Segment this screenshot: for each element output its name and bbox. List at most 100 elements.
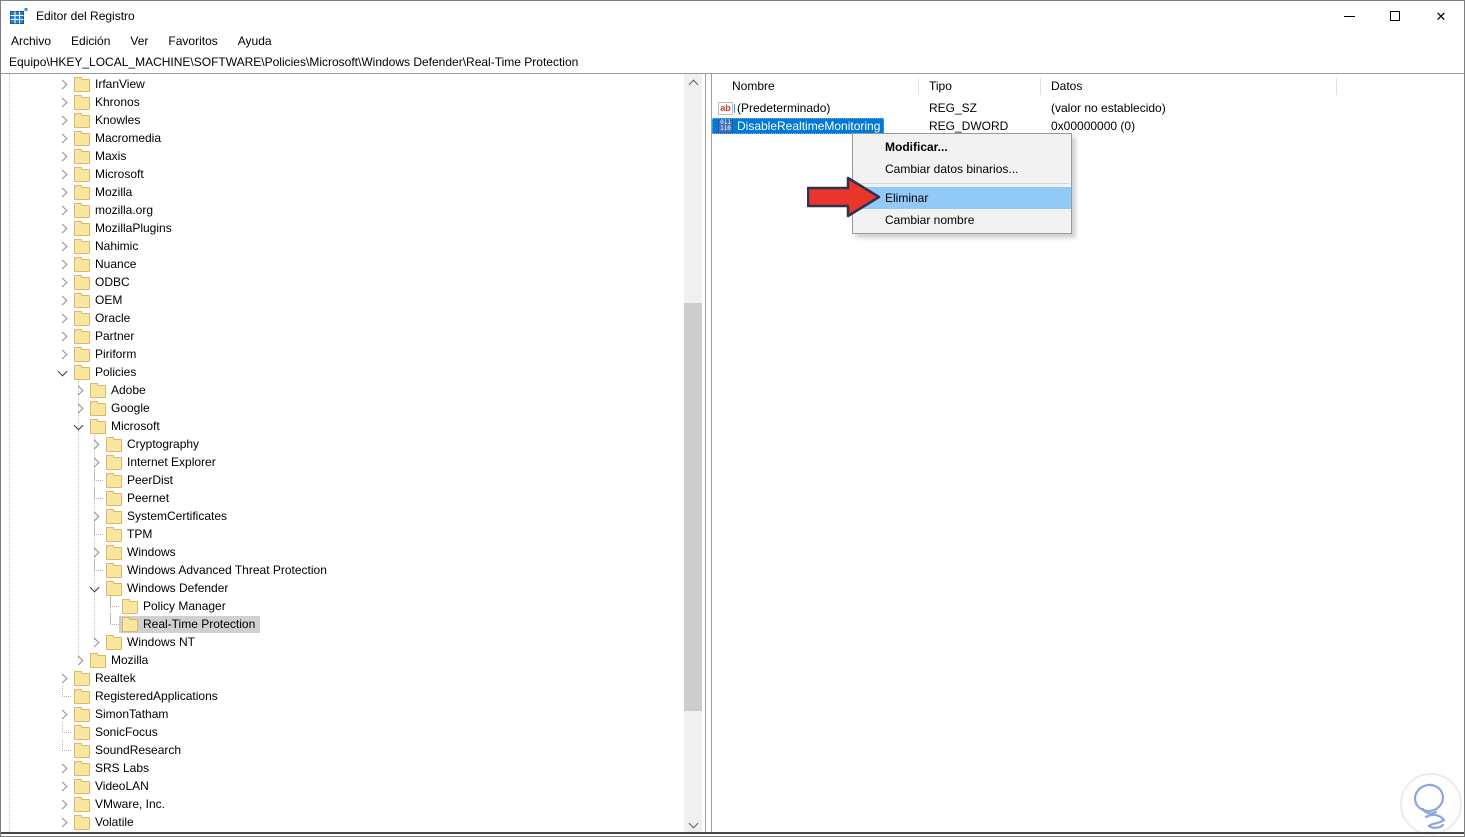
context-menu-item-modificar[interactable]: Modificar... (853, 136, 1071, 158)
tree-item[interactable]: SonicFocus (1, 722, 684, 741)
tree-item[interactable]: Knowles (1, 111, 684, 129)
menu-ayuda[interactable]: Ayuda (228, 31, 282, 52)
tree-expander[interactable] (55, 291, 71, 309)
menu-ver[interactable]: Ver (120, 31, 158, 52)
tree-item[interactable]: IrfanView (1, 75, 684, 93)
tree-expander[interactable] (55, 93, 71, 111)
tree-item[interactable]: MozillaPlugins (1, 219, 684, 237)
tree-item[interactable]: Windows (1, 543, 684, 561)
tree-item[interactable]: Volatile (1, 813, 684, 831)
tree-expander[interactable] (87, 435, 103, 453)
tree-expander[interactable] (55, 795, 71, 813)
context-menu-item-cambiar-nombre[interactable]: Cambiar nombre (853, 209, 1071, 231)
address-bar-input[interactable]: Equipo\HKEY_LOCAL_MACHINE\SOFTWARE\Polic… (1, 52, 1464, 74)
tree-item[interactable]: mozilla.org (1, 201, 684, 219)
tree-expander[interactable] (71, 399, 87, 417)
column-header-tipo[interactable]: Tipo (919, 74, 1041, 99)
tree-item[interactable]: Mozilla (1, 183, 684, 201)
tree-expander[interactable] (55, 75, 71, 93)
tree-item[interactable]: VMware, Inc. (1, 795, 684, 813)
tree-item[interactable]: Nahimic (1, 237, 684, 255)
tree-expander[interactable] (87, 488, 103, 507)
tree-item[interactable]: Google (1, 399, 684, 417)
tree-item[interactable]: OEM (1, 291, 684, 309)
scroll-up-button[interactable] (684, 74, 702, 91)
tree-item[interactable]: RegisteredApplications (1, 686, 684, 705)
tree-item[interactable]: Microsoft (1, 417, 684, 435)
tree-item[interactable]: Windows Defender (1, 579, 684, 597)
tree-item[interactable]: Realtek (1, 669, 684, 687)
tree-expander[interactable] (55, 363, 71, 381)
tree-item[interactable]: Adobe (1, 381, 684, 399)
tree-expander[interactable] (55, 255, 71, 273)
tree-expander[interactable] (55, 309, 71, 327)
tree-expander[interactable] (87, 543, 103, 561)
tree-item[interactable]: Policies (1, 363, 684, 381)
tree-item[interactable]: Windows Advanced Threat Protection (1, 560, 684, 579)
context-menu-item-cambiar-datos-binarios[interactable]: Cambiar datos binarios... (853, 158, 1071, 180)
menu-favoritos[interactable]: Favoritos (158, 31, 227, 52)
panel-splitter[interactable] (705, 74, 712, 833)
close-button[interactable]: ✕ (1418, 1, 1464, 31)
tree-item[interactable]: Macromedia (1, 129, 684, 147)
tree-item[interactable]: TPM (1, 524, 684, 543)
tree-item[interactable]: Windows NT (1, 633, 684, 651)
tree-item[interactable]: SRS Labs (1, 759, 684, 777)
tree-item[interactable]: PeerDist (1, 470, 684, 489)
scroll-down-button[interactable] (684, 816, 702, 833)
tree-item[interactable]: Partner (1, 327, 684, 345)
registry-value-row[interactable]: ab (Predeterminado) REG_SZ (valor no est… (712, 99, 1463, 117)
maximize-button[interactable] (1372, 1, 1418, 31)
tree-item[interactable]: Oracle (1, 309, 684, 327)
tree-expander[interactable] (55, 111, 71, 129)
tree-item[interactable]: Nuance (1, 255, 684, 273)
tree-item[interactable]: Khronos (1, 93, 684, 111)
tree-expander[interactable] (87, 470, 103, 489)
tree-item[interactable]: Mozilla (1, 651, 684, 669)
tree-expander[interactable] (87, 453, 103, 471)
tree-expander[interactable] (87, 507, 103, 525)
tree-scrollbar[interactable] (684, 74, 702, 833)
scrollbar-thumb[interactable] (684, 303, 702, 711)
tree-expander[interactable] (55, 345, 71, 363)
tree-expander[interactable] (71, 381, 87, 399)
tree-expander[interactable] (87, 633, 103, 651)
tree-expander[interactable] (55, 165, 71, 183)
tree-expander[interactable] (87, 579, 103, 597)
tree-expander[interactable] (55, 273, 71, 291)
tree-expander[interactable] (55, 740, 71, 759)
tree-item[interactable]: Cryptography (1, 435, 684, 453)
tree-expander[interactable] (103, 614, 119, 633)
tree-expander[interactable] (103, 596, 119, 615)
tree-expander[interactable] (55, 327, 71, 345)
context-menu-item-eliminar[interactable]: Eliminar (853, 187, 1071, 209)
tree-expander[interactable] (87, 560, 103, 579)
tree-expander[interactable] (55, 129, 71, 147)
tree-item[interactable]: Peernet (1, 488, 684, 507)
tree-expander[interactable] (55, 669, 71, 687)
tree-item[interactable]: Policy Manager (1, 596, 684, 615)
tree-item[interactable]: Maxis (1, 147, 684, 165)
tree-item[interactable]: Real-Time Protection (1, 614, 684, 633)
menu-archivo[interactable]: Archivo (1, 31, 61, 52)
tree-item[interactable]: VideoLAN (1, 777, 684, 795)
tree-expander[interactable] (55, 147, 71, 165)
tree-expander[interactable] (55, 777, 71, 795)
tree-item[interactable]: SoundResearch (1, 740, 684, 759)
tree-item[interactable]: Internet Explorer (1, 453, 684, 471)
tree-item[interactable]: ODBC (1, 273, 684, 291)
column-header-datos[interactable]: Datos (1041, 74, 1337, 99)
tree-expander[interactable] (71, 651, 87, 669)
tree-item[interactable]: Piriform (1, 345, 684, 363)
tree-expander[interactable] (55, 722, 71, 741)
tree-expander[interactable] (71, 417, 87, 435)
menu-edicion[interactable]: Edición (61, 31, 120, 52)
minimize-button[interactable] (1326, 1, 1372, 31)
tree-expander[interactable] (55, 183, 71, 201)
tree-expander[interactable] (55, 219, 71, 237)
tree-item[interactable]: Microsoft (1, 165, 684, 183)
tree-expander[interactable] (55, 237, 71, 255)
tree-item[interactable]: SimonTatham (1, 705, 684, 723)
tree-item[interactable]: SystemCertificates (1, 507, 684, 525)
column-header-nombre[interactable]: Nombre (712, 74, 919, 99)
